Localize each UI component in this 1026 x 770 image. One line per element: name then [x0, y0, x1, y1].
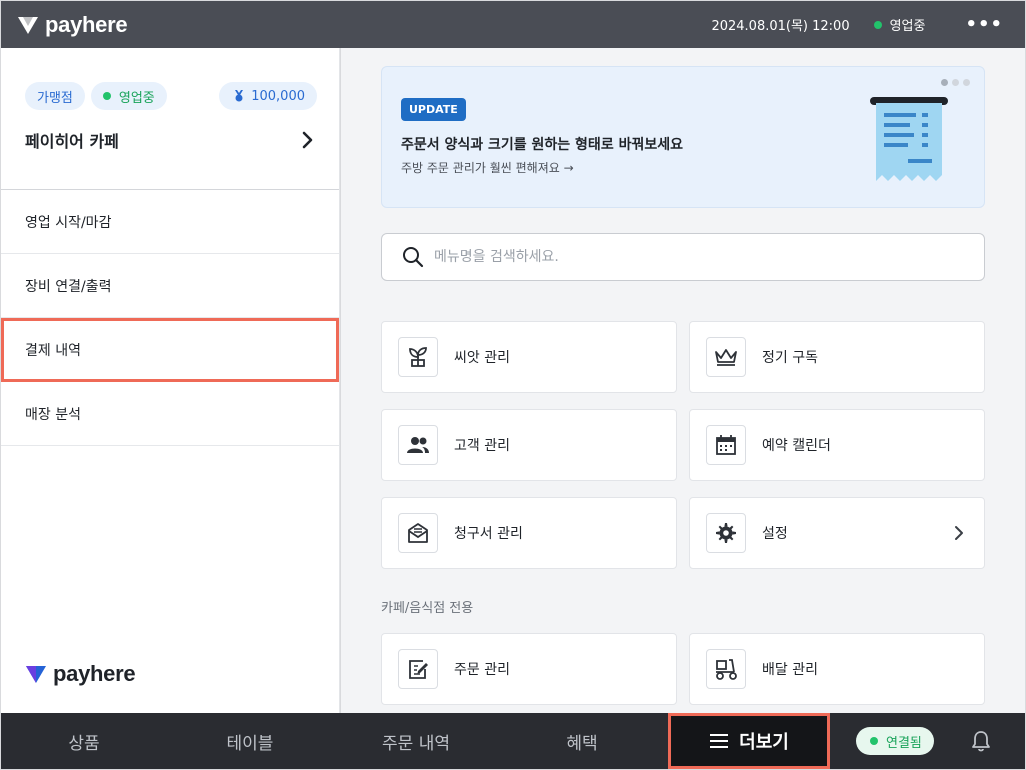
search-input[interactable] — [434, 249, 934, 265]
medal-icon — [235, 90, 244, 102]
top-bar: payhere 2024.08.01(목) 12:00 영업중 ••• — [1, 1, 1025, 48]
shop-selector[interactable]: 페이히어 카페 — [25, 128, 315, 152]
tile-seed-management[interactable]: 씨앗 관리 — [381, 321, 677, 393]
tile-order-management[interactable]: 주문 관리 — [381, 633, 677, 705]
pager-dot[interactable] — [963, 79, 970, 86]
banner-pager — [941, 79, 970, 86]
tile-delivery-management[interactable]: 배달 관리 — [689, 633, 985, 705]
datetime: 2024.08.01(목) 12:00 — [711, 19, 850, 34]
tile-label: 배달 관리 — [762, 662, 818, 678]
tile-invoice-management[interactable]: 청구서 관리 — [381, 497, 677, 569]
search-icon — [403, 247, 424, 268]
people-icon — [398, 425, 438, 465]
update-tag: UPDATE — [401, 98, 466, 121]
nav-item-label: 장비 연결/출력 — [25, 278, 112, 295]
bottom-tab-label: 상품 — [68, 733, 100, 754]
bottom-nav: 상품 테이블 주문 내역 혜택 더보기 연결됨 — [1, 713, 1025, 769]
bottom-tab-benefits[interactable]: 혜택 — [499, 713, 665, 769]
tile-label: 씨앗 관리 — [454, 350, 510, 366]
open-status-badge: 영업중 — [90, 82, 167, 110]
tile-label: 청구서 관리 — [454, 526, 523, 542]
store-status: 영업중 — [873, 15, 926, 34]
update-banner[interactable]: UPDATE 주문서 양식과 크기를 원하는 형태로 바꿔보세요 주방 주문 관… — [381, 66, 985, 208]
tile-label: 설정 — [762, 526, 788, 542]
connection-label: 연결됨 — [886, 735, 922, 751]
side-nav: 영업 시작/마감 장비 연결/출력 결제 내역 매장 분석 — [1, 190, 339, 446]
banner-link[interactable]: 주방 주문 관리가 훨씬 편해져요 → — [401, 159, 574, 176]
payhere-logo-icon — [26, 666, 46, 683]
bottom-tab-label: 테이블 — [226, 733, 274, 754]
bell-icon[interactable] — [971, 730, 991, 752]
gear-icon — [706, 513, 746, 553]
footer-logo: payhere — [25, 661, 136, 687]
bottom-tab-order-history[interactable]: 주문 내역 — [333, 713, 499, 769]
nav-item-payment-history[interactable]: 결제 내역 — [1, 318, 339, 382]
brand-name: payhere — [45, 11, 128, 37]
bottom-tab-label: 주문 내역 — [382, 733, 450, 754]
bottom-tab-label: 더보기 — [739, 732, 789, 753]
pager-dot[interactable] — [941, 79, 948, 86]
tile-customer-management[interactable]: 고객 관리 — [381, 409, 677, 481]
tile-label: 정기 구독 — [762, 350, 818, 366]
open-status-label: 영업중 — [118, 90, 155, 106]
scooter-icon — [706, 649, 746, 689]
calendar-icon — [706, 425, 746, 465]
tile-subscription[interactable]: 정기 구독 — [689, 321, 985, 393]
menu-search-box[interactable] — [381, 233, 985, 281]
receipt-illustration-icon — [870, 97, 948, 181]
pager-dot[interactable] — [952, 79, 959, 86]
bottom-tab-tables[interactable]: 테이블 — [167, 713, 333, 769]
brand: payhere — [17, 11, 128, 38]
more-horizontal-icon[interactable]: ••• — [965, 14, 1003, 35]
main-area: UPDATE 주문서 양식과 크기를 원하는 형태로 바꿔보세요 주방 주문 관… — [341, 48, 1025, 713]
invoice-mail-icon — [398, 513, 438, 553]
nav-item-label: 영업 시작/마감 — [25, 214, 112, 231]
bottom-tab-more[interactable]: 더보기 — [668, 713, 830, 769]
nav-item-label: 매장 분석 — [25, 406, 81, 423]
tile-reservation-calendar[interactable]: 예약 캘린더 — [689, 409, 985, 481]
hamburger-menu-icon — [710, 734, 729, 748]
shop-name: 페이히어 카페 — [25, 132, 119, 151]
sprout-icon — [398, 337, 438, 377]
nav-item-label: 결제 내역 — [25, 343, 81, 359]
franchise-badge: 가맹점 — [25, 82, 85, 110]
left-panel: 가맹점 영업중 100,000 페이히어 카페 영업 시작/마감 장비 연결/출… — [1, 48, 340, 713]
status-dot — [102, 92, 111, 100]
nav-item-business-open-close[interactable]: 영업 시작/마감 — [1, 190, 339, 254]
section-label-cafe: 카페/음식점 전용 — [381, 601, 474, 616]
nav-item-device-connection[interactable]: 장비 연결/출력 — [1, 254, 339, 318]
status-dot — [870, 737, 878, 745]
order-edit-icon — [398, 649, 438, 689]
chevron-right-icon — [955, 526, 963, 540]
tile-label: 예약 캘린더 — [762, 438, 831, 454]
bottom-tab-products[interactable]: 상품 — [1, 713, 167, 769]
tile-label: 주문 관리 — [454, 662, 510, 678]
points-value: 100,000 — [251, 88, 305, 104]
payhere-logo-icon — [18, 16, 38, 34]
status-dot — [873, 20, 882, 29]
nav-item-store-analytics[interactable]: 매장 분석 — [1, 382, 339, 446]
store-status-label: 영업중 — [889, 19, 926, 34]
chevron-right-icon — [302, 131, 313, 149]
banner-title: 주문서 양식과 크기를 원하는 형태로 바꿔보세요 — [401, 137, 683, 153]
bottom-tab-label: 혜택 — [566, 733, 598, 754]
points-badge[interactable]: 100,000 — [219, 82, 317, 110]
connection-badge: 연결됨 — [856, 727, 934, 755]
badge-row: 가맹점 영업중 100,000 — [25, 82, 317, 110]
crown-icon — [706, 337, 746, 377]
tile-label: 고객 관리 — [454, 438, 510, 454]
tile-settings[interactable]: 설정 — [689, 497, 985, 569]
footer-brand-name: payhere — [53, 661, 136, 686]
